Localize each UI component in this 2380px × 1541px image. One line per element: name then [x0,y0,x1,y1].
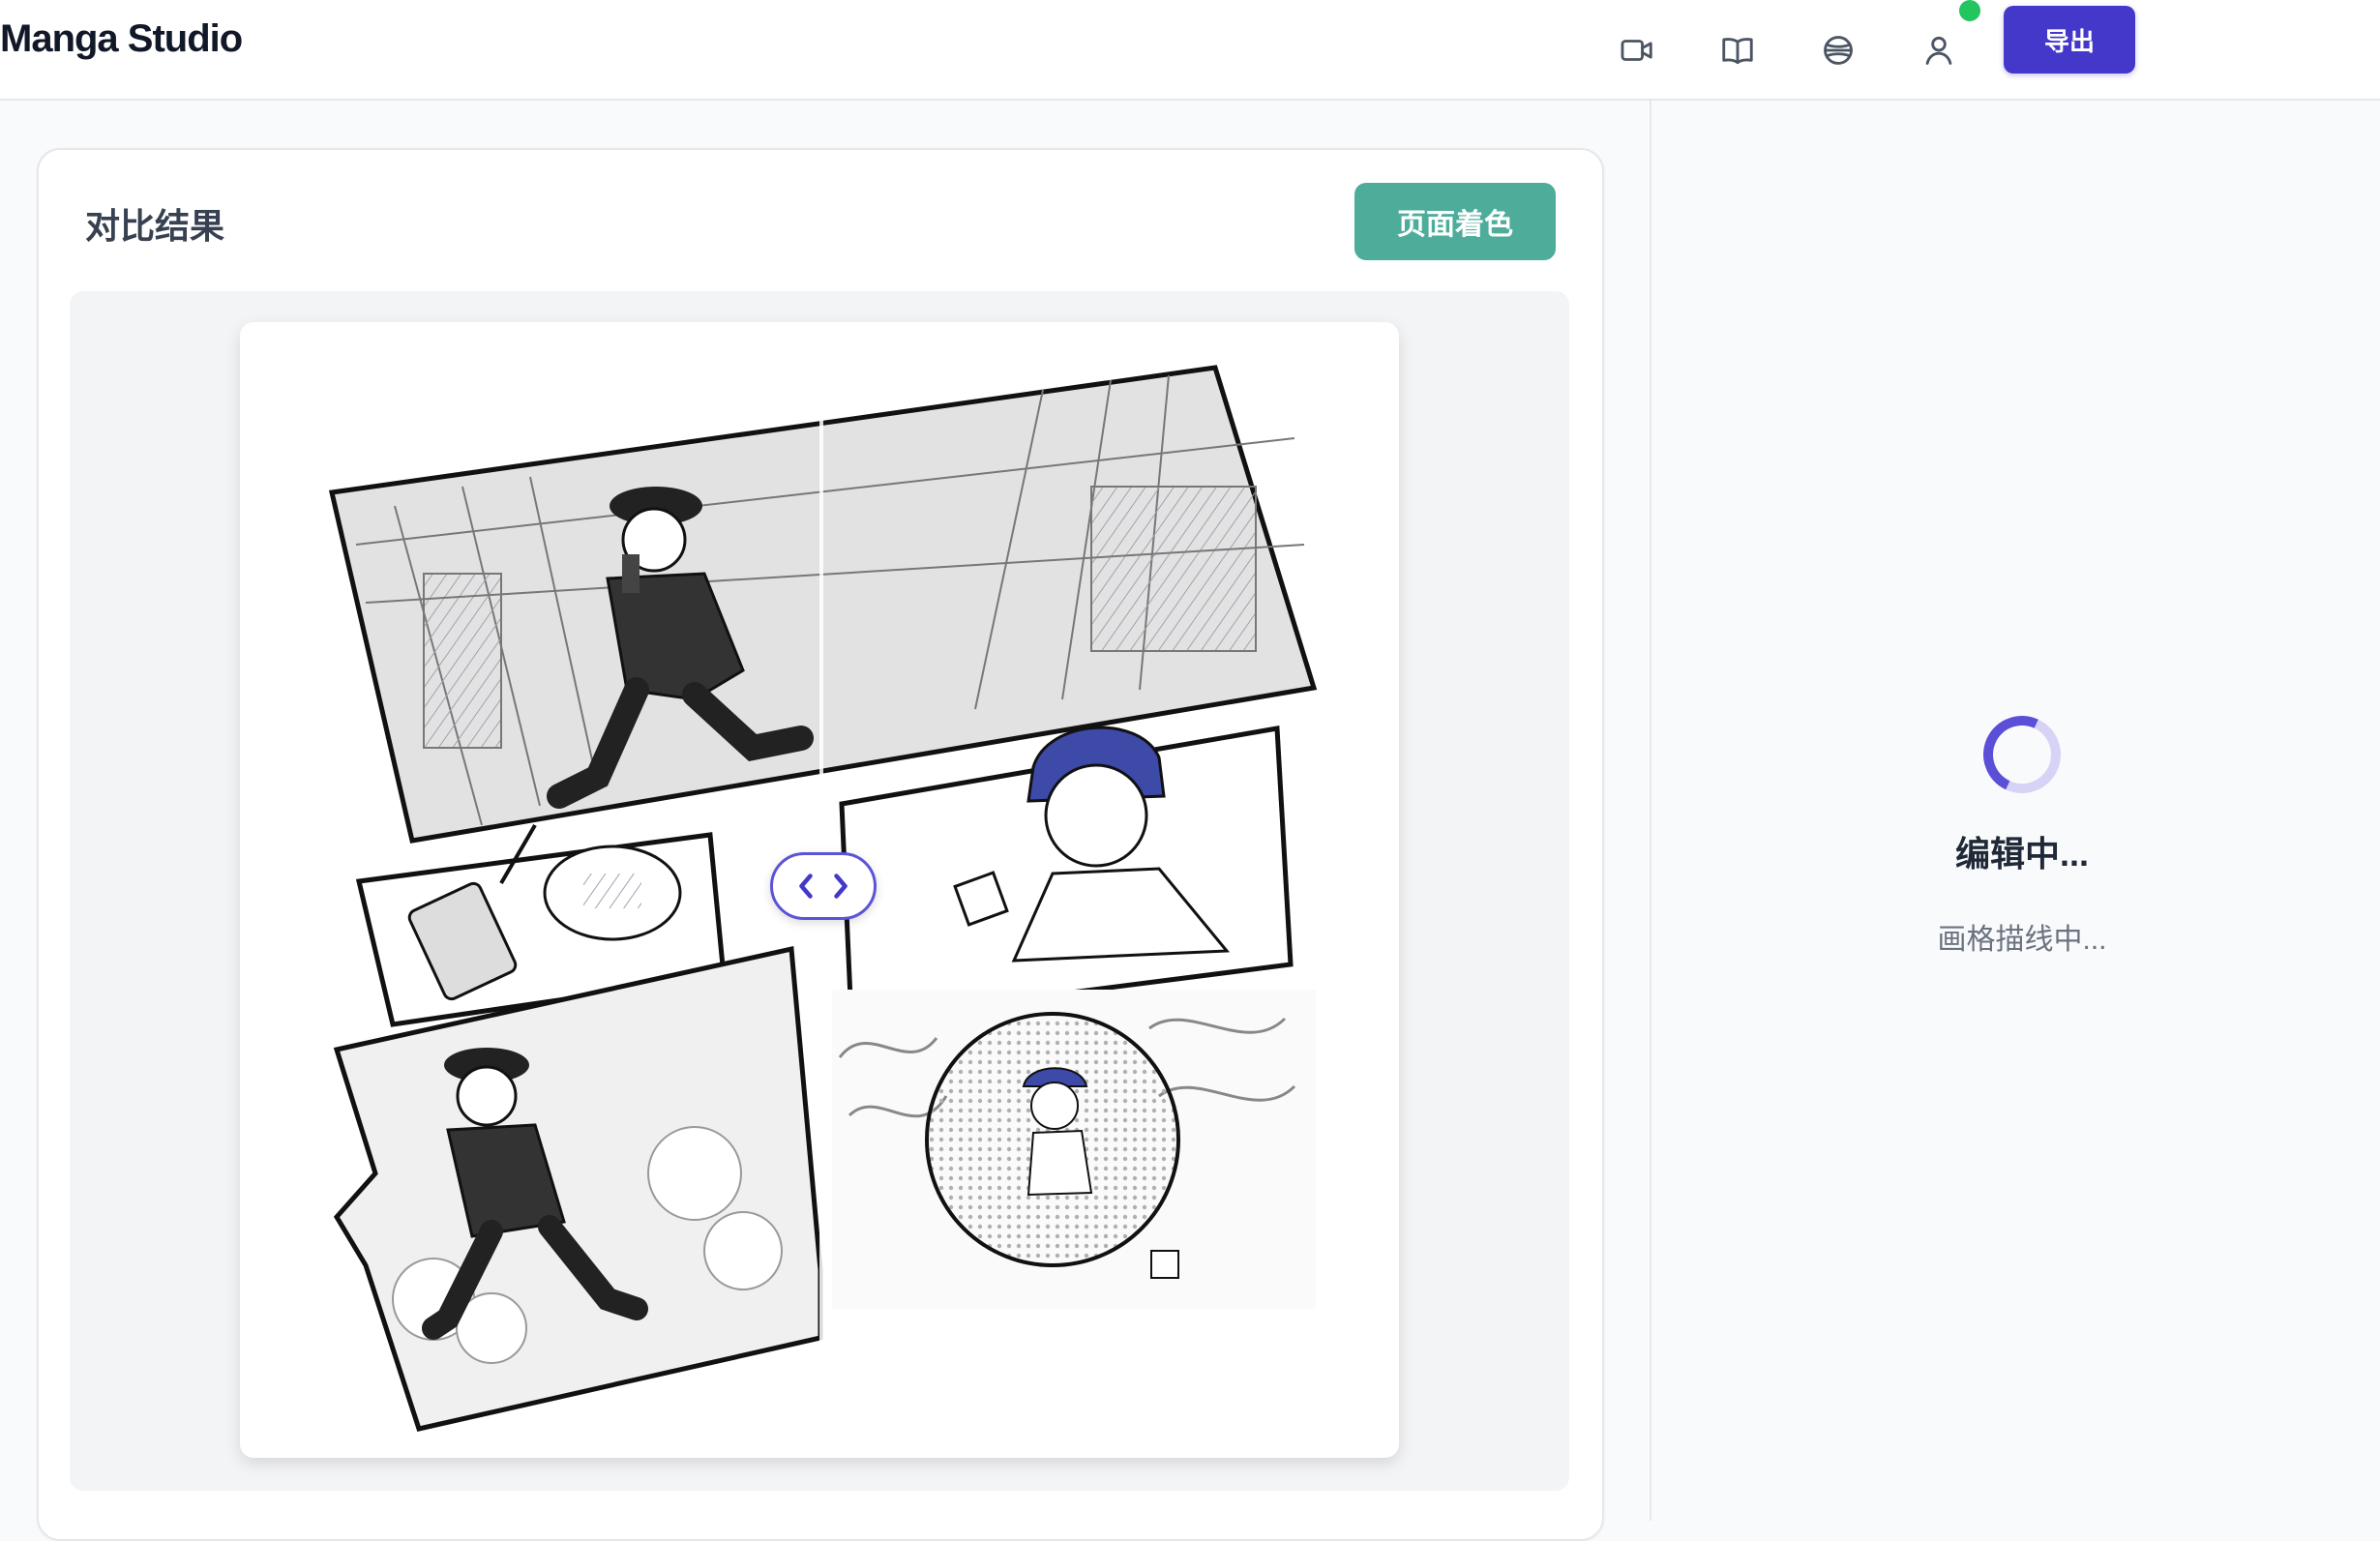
comparison-viewer [70,291,1569,1491]
export-button[interactable]: 导出 [2004,6,2135,74]
comparison-slider-handle[interactable] [770,852,877,920]
card-title: 对比结果 [85,206,225,246]
app-title: Manga Studio [0,17,243,60]
video-icon [1621,40,1652,61]
manga-page-image [240,322,1399,1458]
user-button[interactable] [1904,15,1974,85]
processing-status-subtitle: 画格描线中... [1937,924,2107,956]
comparison-card: 对比结果 页面着色 [37,148,1604,1541]
chevron-right-icon [834,874,848,899]
processing-status-title: 编辑中... [1954,834,2089,874]
loading-spinner-icon [1972,704,2072,805]
book-icon [1722,38,1753,65]
colorize-page-button[interactable]: 页面着色 [1354,183,1556,260]
user-icon [1925,36,1952,65]
chevron-left-icon [799,874,813,899]
video-button[interactable] [1602,15,1672,85]
top-bar: Manga Studio 导出 [0,0,2380,101]
globe-button[interactable] [1803,15,1873,85]
side-panel-divider [1650,101,1651,1521]
globe-icon [1824,36,1853,65]
online-status-dot [1959,0,1980,21]
book-button[interactable] [1703,15,1772,85]
